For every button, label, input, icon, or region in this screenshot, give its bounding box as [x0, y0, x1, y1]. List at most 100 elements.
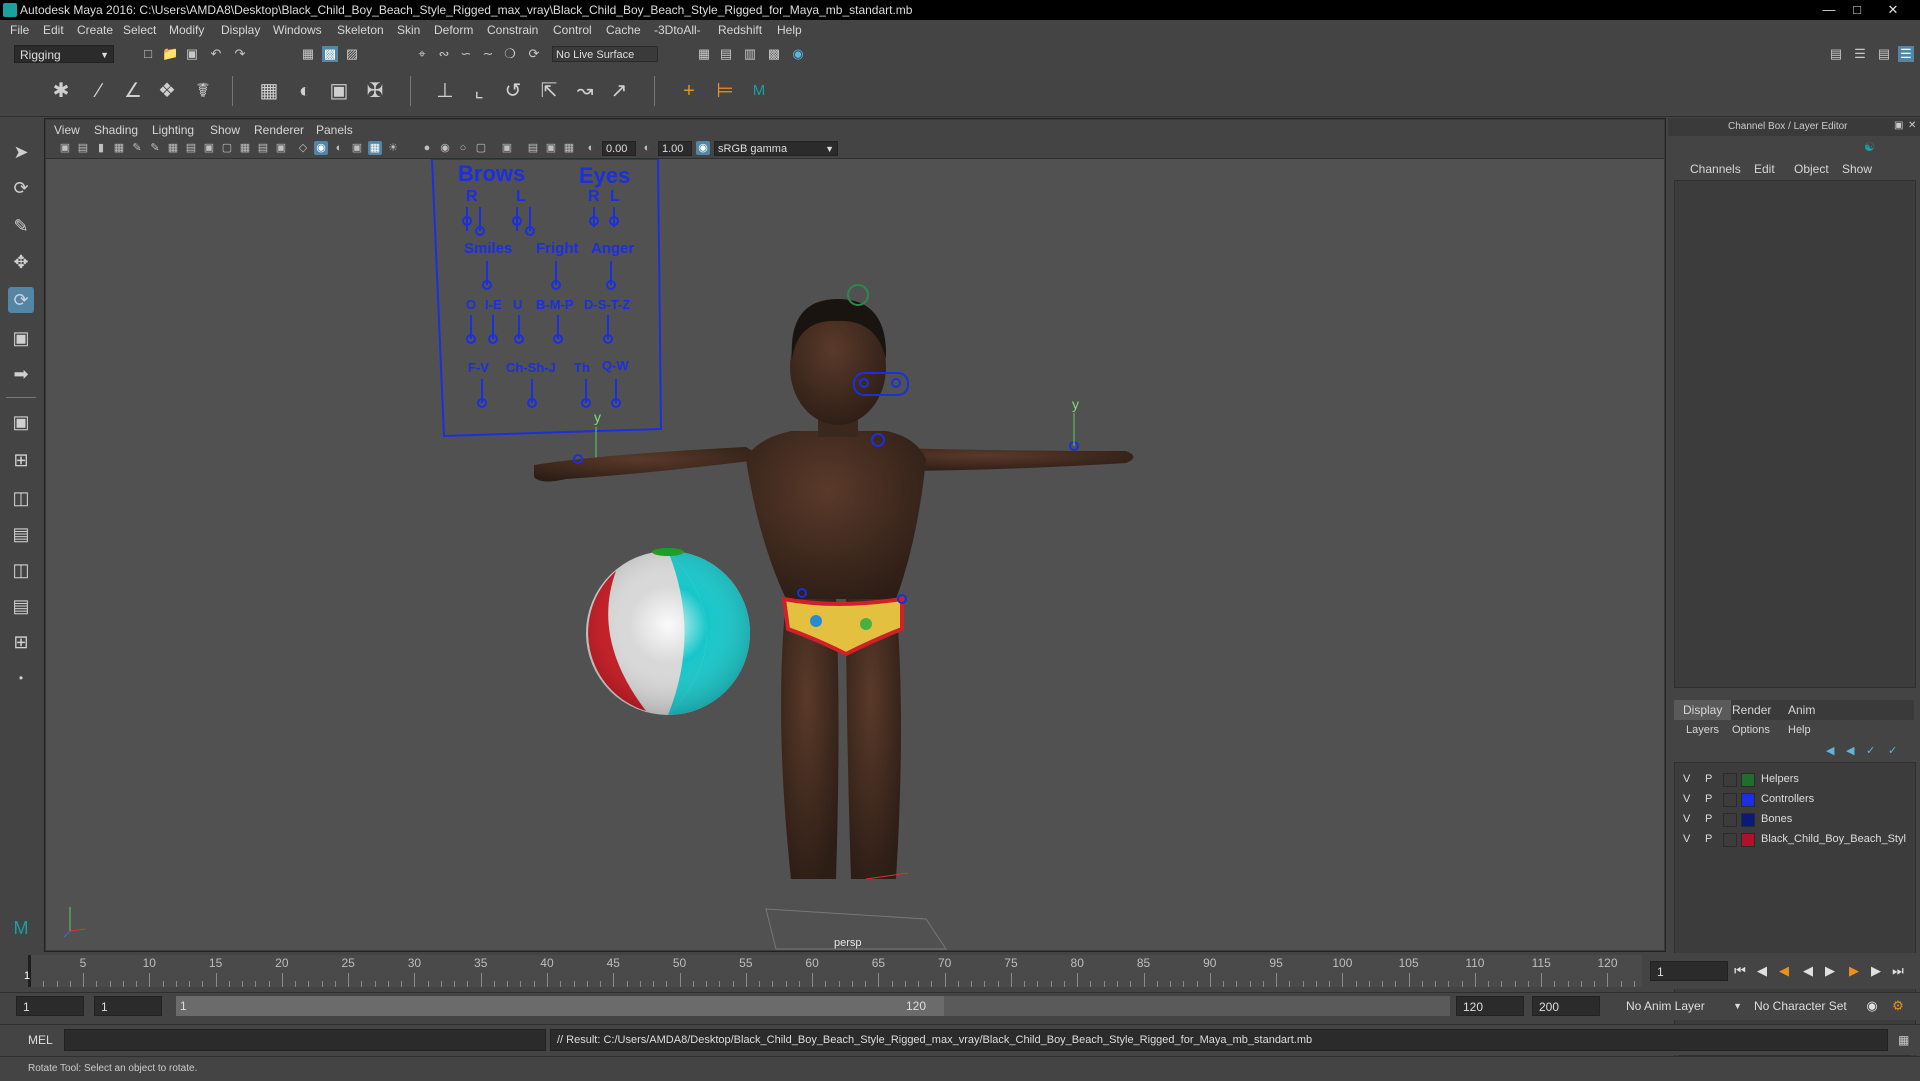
- move-layer-up-icon[interactable]: ◀: [1826, 744, 1834, 757]
- render-frame-icon[interactable]: ▤: [718, 46, 734, 62]
- last-tool-icon[interactable]: ➡: [8, 361, 34, 387]
- ik-handle-icon[interactable]: ∕: [86, 78, 112, 104]
- grease-pencil-icon[interactable]: ✎: [130, 141, 144, 155]
- layer-row-bones[interactable]: V P Bones: [1675, 811, 1913, 829]
- gamma-icon[interactable]: ◐: [640, 141, 654, 155]
- pole-vector-icon[interactable]: ↗: [606, 78, 632, 104]
- single-perspective-icon[interactable]: ▣: [8, 409, 34, 435]
- visibility-toggle[interactable]: V: [1683, 773, 1690, 785]
- tool-settings-icon[interactable]: ▤: [1876, 46, 1892, 62]
- channel-box-toggle-icon[interactable]: ☰: [1898, 46, 1914, 62]
- grid-toggle-icon[interactable]: ▦: [166, 141, 180, 155]
- open-scene-icon[interactable]: 📁: [162, 46, 178, 62]
- xray-icon[interactable]: ▤: [526, 141, 540, 155]
- layer-row-mesh[interactable]: V P Black_Child_Boy_Beach_Styl: [1675, 831, 1913, 849]
- go-to-start-icon[interactable]: ⏮: [1732, 962, 1748, 980]
- auto-key-icon[interactable]: ◉: [1864, 997, 1880, 1015]
- playback-end-field[interactable]: 120: [1456, 996, 1524, 1016]
- persp-graph-icon[interactable]: ▤: [8, 521, 34, 547]
- layer-name[interactable]: Controllers: [1761, 793, 1814, 805]
- camera-attributes-icon[interactable]: ▤: [76, 141, 90, 155]
- layer-row-controllers[interactable]: V P Controllers: [1675, 791, 1913, 809]
- playback-start-field[interactable]: 1: [94, 996, 162, 1016]
- wrap-deformer-icon[interactable]: ▣: [326, 78, 352, 104]
- options-menu[interactable]: Options: [1732, 724, 1770, 736]
- isolate-select-icon[interactable]: ▣: [500, 141, 514, 155]
- snap-point-icon[interactable]: ∽: [458, 46, 474, 62]
- playback-toggle[interactable]: P: [1705, 793, 1712, 805]
- select-tool-icon[interactable]: ➤: [8, 139, 34, 165]
- menu-3dtoall[interactable]: -3DtoAll-: [654, 23, 701, 37]
- new-layer-selected-icon[interactable]: ✓: [1888, 744, 1897, 757]
- wire-deformer-icon[interactable]: ✠: [362, 78, 388, 104]
- menu-display[interactable]: Display: [221, 23, 260, 37]
- more-layouts-icon[interactable]: •: [8, 665, 34, 691]
- layer-name[interactable]: Bones: [1761, 813, 1792, 825]
- menu-file[interactable]: File: [10, 23, 29, 37]
- close-button[interactable]: ✕: [1880, 2, 1906, 18]
- step-forward-key-icon[interactable]: ▶: [1846, 962, 1862, 980]
- undo-icon[interactable]: ↶: [208, 46, 224, 62]
- viewport-scene[interactable]: Brows Eyes R L R L Smiles Fright Anger O…: [46, 159, 1664, 950]
- menu-cache[interactable]: Cache: [606, 23, 641, 37]
- lattice-icon[interactable]: ▦: [256, 78, 282, 104]
- anim-tab[interactable]: Anim: [1788, 703, 1815, 717]
- 2d-pan-icon[interactable]: ✎: [148, 141, 162, 155]
- ipr-render-icon[interactable]: ▥: [742, 46, 758, 62]
- layer-color-swatch[interactable]: [1741, 793, 1755, 807]
- resolution-gate-icon[interactable]: ▣: [202, 141, 216, 155]
- lasso-tool-icon[interactable]: ⟳: [8, 175, 34, 201]
- playback-toggle[interactable]: P: [1705, 833, 1712, 845]
- make-live-icon[interactable]: ⟳: [526, 46, 542, 62]
- float-panel-icon[interactable]: ▣: [1894, 120, 1903, 131]
- menu-modify[interactable]: Modify: [169, 23, 204, 37]
- move-tool-icon[interactable]: ✥: [8, 249, 34, 275]
- playback-toggle[interactable]: P: [1705, 773, 1712, 785]
- maximize-button[interactable]: □: [1844, 2, 1870, 18]
- visibility-toggle[interactable]: V: [1683, 813, 1690, 825]
- safe-title-icon[interactable]: ▣: [274, 141, 288, 155]
- cluster-icon[interactable]: ◐: [292, 78, 318, 104]
- head-helper[interactable]: [847, 284, 869, 306]
- time-ruler[interactable]: 5 10 15 20 25 30 35 40 45 50 55 60 65 70 75 80 85 90 95 100…: [24, 955, 1642, 987]
- scale-tool-icon[interactable]: ▣: [8, 325, 34, 351]
- script-editor-icon[interactable]: ▦: [1898, 1033, 1909, 1047]
- ik-spline-icon[interactable]: ∠: [120, 78, 146, 104]
- vp-menu-show[interactable]: Show: [210, 123, 240, 137]
- four-view-layout-icon[interactable]: ⊞: [8, 447, 34, 473]
- shadows-icon[interactable]: ●: [420, 141, 434, 155]
- camera-select-icon[interactable]: ▣: [58, 141, 72, 155]
- anim-layer-dropdown[interactable]: No Anim Layer ▼: [1620, 996, 1742, 1016]
- play-forward-icon[interactable]: ▶: [1822, 962, 1838, 980]
- default-material-icon[interactable]: ◐: [332, 141, 346, 155]
- scale-constraint-icon[interactable]: ⇱: [536, 78, 562, 104]
- menu-skin[interactable]: Skin: [397, 23, 420, 37]
- vp-menu-panels[interactable]: Panels: [316, 123, 353, 137]
- modeling-toolkit-icon[interactable]: ▤: [1828, 46, 1844, 62]
- display-tab[interactable]: Display: [1674, 700, 1732, 720]
- menu-constrain[interactable]: Constrain: [487, 23, 538, 37]
- range-slider[interactable]: 1 120: [176, 996, 1450, 1016]
- show-menu[interactable]: Show: [1842, 162, 1872, 176]
- image-plane-icon[interactable]: ▦: [112, 141, 126, 155]
- textured-icon[interactable]: ▣: [350, 141, 364, 155]
- parent-constraint-icon[interactable]: ⊥: [432, 78, 458, 104]
- hik-icon[interactable]: M: [746, 78, 772, 104]
- view-transform-dropdown[interactable]: sRGB gamma ▼: [714, 141, 838, 156]
- snap-view-icon[interactable]: ∼: [480, 46, 496, 62]
- anti-alias-icon[interactable]: ▢: [474, 141, 488, 155]
- menu-select[interactable]: Select: [123, 23, 156, 37]
- live-surface-field[interactable]: No Live Surface: [552, 46, 658, 62]
- xray-active-icon[interactable]: ▣: [544, 141, 558, 155]
- layer-type-box[interactable]: [1723, 813, 1737, 827]
- vp-menu-view[interactable]: View: [54, 123, 80, 137]
- step-forward-icon[interactable]: ▶: [1868, 962, 1884, 980]
- backface-icon[interactable]: ▦: [562, 141, 576, 155]
- step-back-icon[interactable]: ◀: [1754, 962, 1770, 980]
- help-menu[interactable]: Help: [1788, 724, 1811, 736]
- outliner-persp-icon[interactable]: ▤: [8, 593, 34, 619]
- attribute-editor-icon[interactable]: ☰: [1852, 46, 1868, 62]
- minimize-button[interactable]: —: [1816, 2, 1842, 18]
- xray-joints-icon[interactable]: ▦: [368, 141, 382, 155]
- locator-icon[interactable]: +: [676, 78, 702, 104]
